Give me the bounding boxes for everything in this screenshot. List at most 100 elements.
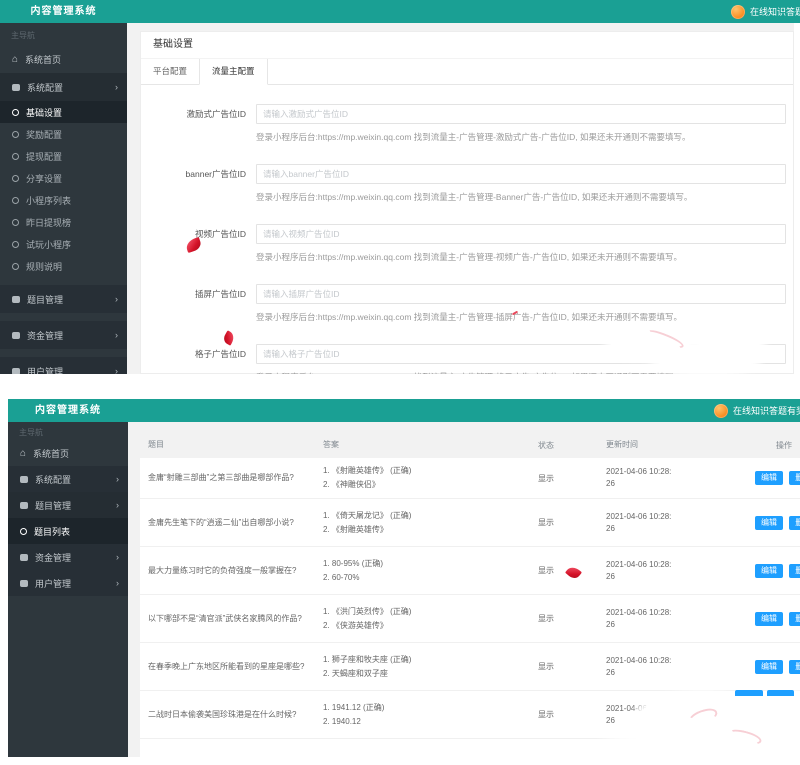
ad-id-input[interactable]	[256, 284, 786, 304]
delete-button[interactable]: 删除	[789, 516, 800, 530]
tab-traffic-config[interactable]: 流量主配置	[199, 59, 268, 85]
sidebar-item-label: 系统首页	[33, 447, 69, 460]
actions-cell: 编辑 删除	[751, 612, 800, 626]
chevron-right-icon: ›	[116, 500, 119, 510]
field-label: 格子广告位ID	[141, 344, 256, 374]
answer-option-1: 1. 80-95% (正确)	[323, 557, 538, 571]
sidebar-item[interactable]: 用户管理 ›	[8, 570, 128, 596]
edit-button-partial[interactable]	[735, 690, 763, 696]
nav-bullet-icon	[12, 241, 19, 248]
status-cell: 显示	[538, 517, 606, 528]
question-cell: 金庸先生笔下的“逍遥二仙”出自哪部小说?	[140, 517, 323, 529]
sidebar-item[interactable]: 系统首页	[8, 440, 128, 466]
user-chip[interactable]: 在线知识答题有奖	[731, 0, 800, 23]
form-row: 视频广告位ID 登录小程序后台:https://mp.weixin.qq.com…	[141, 224, 786, 263]
sidebar-item-label: 系统配置	[27, 81, 63, 94]
question-cell: 二战时日本偷袭美国珍珠港是在什么时候?	[140, 709, 323, 721]
delete-button[interactable]: 删除	[789, 471, 800, 485]
answer-option-2: 2. 《侠游英雄传》	[323, 619, 538, 633]
table-row: 在春季晚上广东地区所能看到的星座是哪些? 1. 狮子座和牧夫座 (正确) 2. …	[140, 643, 800, 691]
ad-id-input[interactable]	[256, 224, 786, 244]
sidebar-item[interactable]: 基础设置	[0, 101, 127, 123]
sidebar-item[interactable]: 昨日提现榜	[0, 211, 127, 233]
field-label: banner广告位ID	[141, 164, 256, 203]
updated-time-cell: 2021-04-06 10:28: 26	[606, 559, 751, 583]
sidebar-item[interactable]: 系统配置 ›	[0, 73, 127, 101]
avatar-icon	[731, 5, 745, 19]
table-row: 以下哪部不是“清官派”武侠名家腾风的作品? 1. 《洪门英烈传》 (正确) 2.…	[140, 595, 800, 643]
form-row: banner广告位ID 登录小程序后台:https://mp.weixin.qq…	[141, 164, 786, 203]
nav-bullet-icon	[12, 219, 19, 226]
sidebar-item-label: 基础设置	[26, 106, 62, 119]
edit-button[interactable]: 编辑	[755, 660, 783, 674]
sidebar-item[interactable]: 用户管理 ›	[0, 357, 127, 374]
table-row: 最大力量练习时它的负荷强度一般掌握在? 1. 80-95% (正确) 2. 60…	[140, 547, 800, 595]
sidebar-menu: 系统首页 系统配置 › 题目管理 › 题目列表	[8, 440, 128, 596]
chevron-right-icon: ›	[116, 552, 119, 562]
updated-time-cell: 2021-04-06 10:28: 26	[606, 511, 751, 535]
answer-option-1: 1. 1941.12 (正确)	[323, 701, 538, 715]
actions-cell: 编辑 删除	[751, 564, 800, 578]
updated-date: 2021-04-06 10:28:	[606, 607, 751, 619]
field-help-text: 登录小程序后台:https://mp.weixin.qq.com 找到流量主-广…	[256, 311, 786, 323]
edit-button[interactable]: 编辑	[755, 516, 783, 530]
edit-button[interactable]: 编辑	[755, 564, 783, 578]
ad-id-input[interactable]	[256, 164, 786, 184]
column-header-status: 状态	[538, 440, 606, 451]
column-header-updated: 更新时间	[606, 439, 751, 451]
sidebar-item[interactable]: 试玩小程序	[0, 233, 127, 255]
delete-button[interactable]: 删除	[789, 660, 800, 674]
actions-cell: 编辑 删除	[751, 471, 800, 485]
sidebar-item[interactable]: 分享设置	[0, 167, 127, 189]
answer-option-1: 1. 《射雕英雄传》 (正确)	[323, 464, 538, 478]
table-row: 金庸“射雕三部曲”之第三部曲是哪部作品? 1. 《射雕英雄传》 (正确) 2. …	[140, 458, 800, 499]
tab-platform-config[interactable]: 平台配置	[141, 59, 199, 84]
updated-seconds: 26	[606, 478, 751, 490]
answer-cell: 1. 1941.12 (正确) 2. 1940.12	[323, 701, 538, 729]
question-cell: 以下哪部不是“清官派”武侠名家腾风的作品?	[140, 613, 323, 625]
sidebar-item[interactable]: 资金管理 ›	[8, 544, 128, 570]
answer-option-2: 2. 60-70%	[323, 571, 538, 585]
settings-card: 基础设置 平台配置 流量主配置 激励式广告位ID 登录小程序后台:https:/…	[140, 31, 794, 374]
chevron-right-icon: ›	[116, 578, 119, 588]
sidebar-item[interactable]: 提现配置	[0, 145, 127, 167]
edit-button[interactable]: 编辑	[755, 471, 783, 485]
sidebar-item-label: 规则说明	[26, 260, 62, 273]
nav-bullet-icon	[20, 448, 26, 459]
sidebar: 主导航 系统首页 系统配置 › 基础设置	[0, 23, 127, 374]
sidebar-item[interactable]: 题目管理 ›	[0, 285, 127, 313]
nav-section-label: 主导航	[0, 23, 127, 45]
sidebar-item[interactable]: 系统首页	[0, 45, 127, 73]
field-help-text: 登录小程序后台:https://mp.weixin.qq.com 找到流量主-广…	[256, 191, 786, 203]
form-row: 插屏广告位ID 登录小程序后台:https://mp.weixin.qq.com…	[141, 284, 786, 323]
nav-bullet-icon	[12, 175, 19, 182]
sidebar-item[interactable]: 资金管理 ›	[0, 321, 127, 349]
delete-button-partial[interactable]	[767, 690, 794, 696]
nav-bullet-icon	[12, 296, 20, 303]
nav-bullet-icon	[12, 131, 19, 138]
sidebar-item[interactable]: 题目管理 ›	[8, 492, 128, 518]
column-header-question: 题目	[140, 439, 323, 451]
app-logo: 内容管理系统	[8, 399, 128, 422]
sidebar-item[interactable]: 小程序列表	[0, 189, 127, 211]
sidebar-item[interactable]: 系统配置 ›	[8, 466, 128, 492]
nav-bullet-icon	[20, 502, 28, 509]
delete-button[interactable]: 删除	[789, 564, 800, 578]
user-chip[interactable]: 在线知识答题有奖	[714, 399, 800, 422]
sidebar-item[interactable]: 规则说明	[0, 255, 127, 277]
ad-id-input[interactable]	[256, 104, 786, 124]
delete-button[interactable]: 删除	[789, 612, 800, 626]
updated-time-cell: 2021-04-06 10:28: 26	[606, 466, 751, 490]
answer-option-2: 2. 《神雕侠侣》	[323, 478, 538, 492]
nav-bullet-icon	[12, 109, 19, 116]
status-cell: 显示	[538, 661, 606, 672]
updated-date: 2021-04-06 10:28:	[606, 559, 751, 571]
sidebar-item[interactable]: 题目列表	[8, 518, 128, 544]
sidebar-item[interactable]: 奖励配置	[0, 123, 127, 145]
edit-button[interactable]: 编辑	[755, 612, 783, 626]
answer-option-2: 2. 天蝎座和双子座	[323, 667, 538, 681]
app-logo: 内容管理系统	[0, 0, 127, 23]
nav-bullet-icon	[20, 580, 28, 587]
updated-seconds: 26	[606, 619, 751, 631]
ad-config-form: 激励式广告位ID 登录小程序后台:https://mp.weixin.qq.co…	[141, 85, 793, 374]
